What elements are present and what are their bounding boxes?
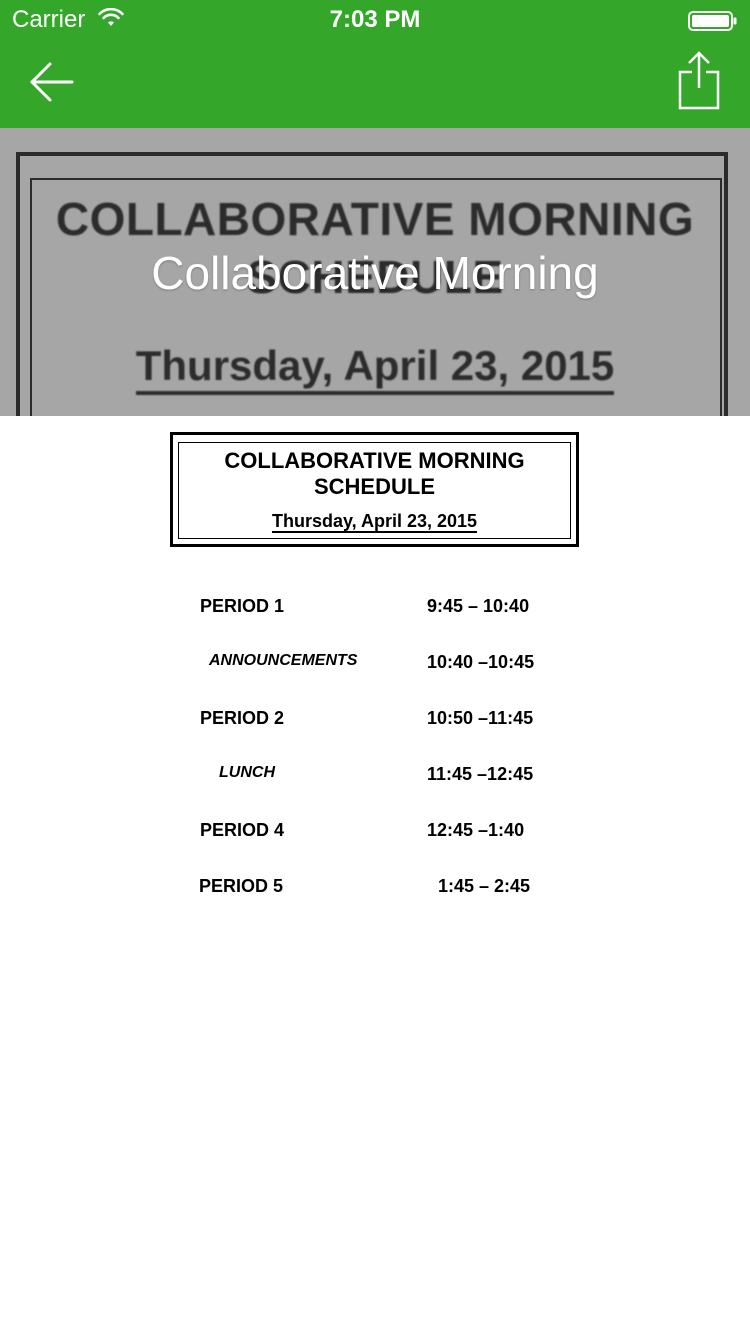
battery-icon (688, 10, 738, 37)
schedule-header-box: COLLABORATIVE MORNING SCHEDULE Thursday,… (170, 432, 579, 547)
schedule-time: 10:50 –11:45 (427, 708, 534, 728)
schedule-row: ANNOUNCEMENTS 10:40 –10:45 (0, 652, 750, 682)
arrow-left-icon (30, 62, 74, 102)
schedule-row: PERIOD 4 12:45 –1:40 (0, 820, 750, 850)
hero-caption: Collaborative Morning (151, 247, 599, 299)
header-image: COLLABORATIVE MORNING SCHEDULE Thursday,… (0, 128, 750, 416)
back-button[interactable] (24, 56, 80, 108)
share-icon (678, 51, 720, 110)
schedule-row: PERIOD 5 1:45 – 2:45 (0, 876, 750, 906)
schedule-row: PERIOD 2 10:50 –11:45 (0, 708, 750, 738)
schedule-label: PERIOD 2 (200, 708, 285, 728)
image-date: Thursday, April 23, 2015 (0, 342, 750, 395)
schedule-row: LUNCH 11:45 –12:45 (0, 764, 750, 794)
share-button[interactable] (672, 50, 728, 112)
schedule-label: PERIOD 5 (199, 876, 284, 896)
navigation-bar: Carrier 7:03 PM (0, 0, 750, 128)
schedule-time: 1:45 – 2:45 (438, 876, 531, 896)
status-time: 7:03 PM (329, 6, 421, 33)
schedule-time: 9:45 – 10:40 (427, 596, 530, 616)
schedule-time: 12:45 –1:40 (427, 820, 525, 840)
schedule-row: PERIOD 1 9:45 – 10:40 (0, 596, 750, 626)
schedule-date: Thursday, April 23, 2015 (271, 511, 478, 533)
schedule-header-inner: COLLABORATIVE MORNING SCHEDULE Thursday,… (178, 442, 571, 539)
schedule-label: PERIOD 1 (200, 596, 285, 616)
schedule-time: 10:40 –10:45 (427, 652, 535, 672)
status-bar: Carrier 7:03 PM (0, 0, 750, 40)
schedule-title: COLLABORATIVE MORNING SCHEDULE (224, 448, 525, 499)
schedule-time: 11:45 –12:45 (427, 764, 534, 784)
schedule-label: ANNOUNCEMENTS (209, 652, 358, 669)
schedule-label: LUNCH (219, 764, 275, 781)
schedule-label: PERIOD 4 (200, 820, 285, 840)
